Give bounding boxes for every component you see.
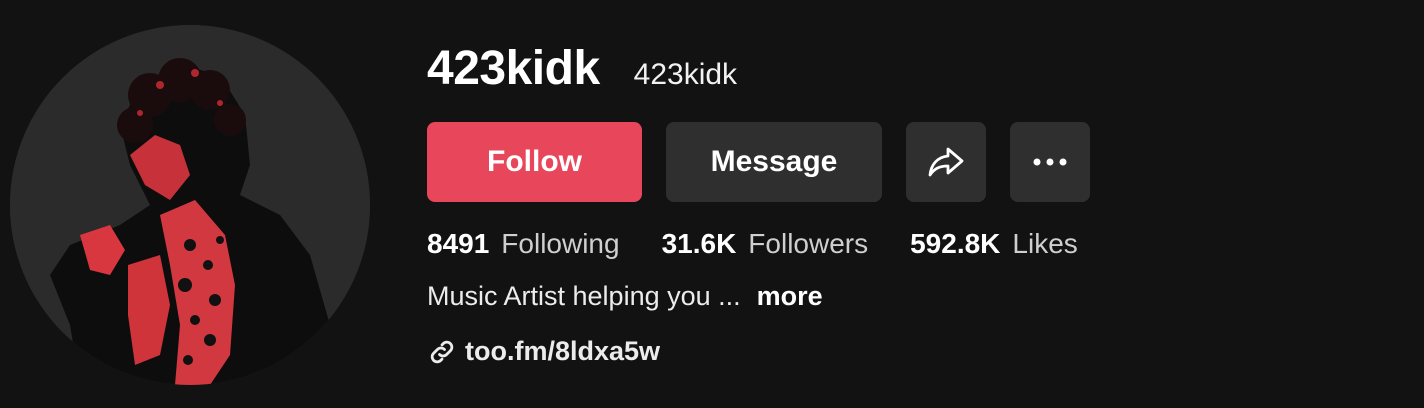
nickname: 423kidk bbox=[633, 58, 738, 91]
profile-stats: 8491 Following 31.6K Followers 592.8K Li… bbox=[427, 222, 1078, 266]
likes-label: Likes bbox=[1012, 228, 1078, 259]
more-options-icon bbox=[1033, 158, 1067, 166]
followers-count: 31.6K bbox=[661, 228, 737, 259]
action-buttons: Follow Message bbox=[427, 122, 1090, 202]
follow-button[interactable]: Follow bbox=[427, 122, 642, 202]
profile-link[interactable]: too.fm/8ldxa5w bbox=[427, 336, 660, 367]
more-options-button[interactable] bbox=[1010, 122, 1090, 202]
bio-text: Music Artist helping you ... bbox=[427, 281, 741, 311]
link-icon bbox=[430, 340, 454, 363]
avatar-image bbox=[10, 25, 370, 385]
following-label: Following bbox=[501, 228, 620, 259]
following-stat[interactable]: 8491 Following bbox=[427, 222, 620, 266]
followers-stat[interactable]: 31.6K Followers bbox=[662, 222, 869, 266]
profile-header: 423kidk 423kidk bbox=[427, 40, 737, 104]
following-count: 8491 bbox=[427, 228, 490, 259]
message-button[interactable]: Message bbox=[666, 122, 882, 202]
link-text: too.fm/8ldxa5w bbox=[465, 336, 661, 366]
username: 423kidk bbox=[427, 42, 600, 95]
likes-count: 592.8K bbox=[910, 228, 1001, 259]
bio-more-button[interactable]: more bbox=[757, 276, 823, 316]
followers-label: Followers bbox=[748, 228, 869, 259]
avatar[interactable] bbox=[10, 25, 370, 385]
share-button[interactable] bbox=[906, 122, 986, 202]
share-arrow-icon bbox=[928, 147, 964, 177]
bio: Music Artist helping you ... more bbox=[427, 276, 823, 316]
likes-stat: 592.8K Likes bbox=[910, 222, 1078, 266]
